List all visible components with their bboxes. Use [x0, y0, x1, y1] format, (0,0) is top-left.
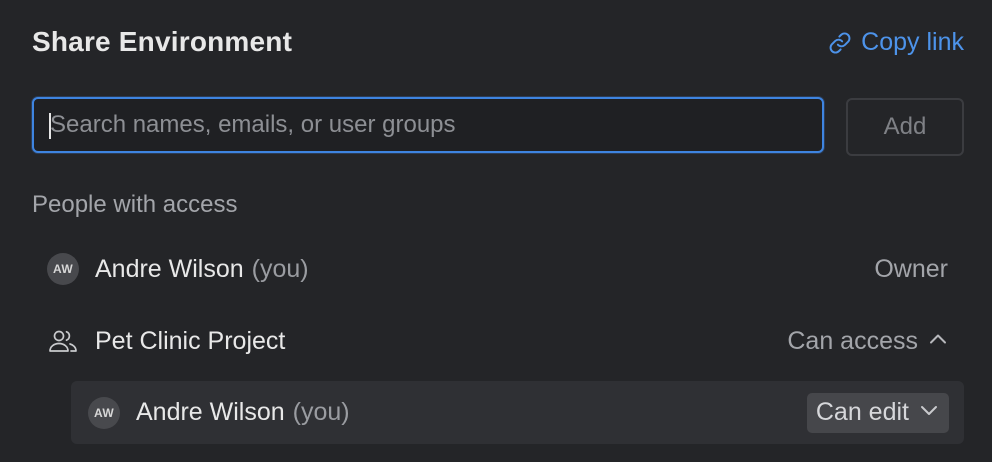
text-caret: [49, 113, 51, 139]
avatar: AW: [88, 396, 120, 429]
copy-link-label: Copy link: [861, 28, 964, 56]
chevron-up-icon: [928, 327, 948, 356]
permission-dropdown[interactable]: Can edit: [806, 392, 949, 433]
you-suffix: (you): [251, 254, 309, 283]
group-access-label: Can access: [787, 326, 918, 355]
permission-label: Can edit: [815, 398, 909, 426]
you-suffix: (you): [292, 398, 350, 426]
role-label: Owner: [874, 254, 948, 283]
person-name: Andre Wilson: [95, 254, 244, 283]
person-row: AW Andre Wilson (you) Owner: [32, 239, 964, 299]
member-name: Andre Wilson: [136, 398, 285, 426]
search-field[interactable]: [32, 97, 824, 153]
avatar-wrapper: AW: [47, 253, 79, 285]
chevron-down-icon: [919, 398, 939, 427]
avatar: AW: [47, 253, 79, 285]
search-input[interactable]: [34, 99, 822, 151]
copy-link-button[interactable]: Copy link: [827, 28, 964, 57]
people-with-access-heading: People with access: [32, 191, 238, 218]
link-icon: [827, 30, 853, 56]
dialog-title: Share Environment: [32, 26, 293, 57]
group-row[interactable]: Pet Clinic Project Can access: [32, 311, 964, 371]
group-access-toggle[interactable]: Can access: [787, 327, 948, 356]
add-button[interactable]: Add: [846, 98, 964, 156]
group-name: Pet Clinic Project: [95, 326, 286, 355]
group-member-row: AW Andre Wilson (you) Can edit: [71, 381, 964, 444]
user-group-icon: [47, 325, 79, 357]
share-environment-dialog: Share Environment Copy link Add People w…: [0, 0, 992, 462]
